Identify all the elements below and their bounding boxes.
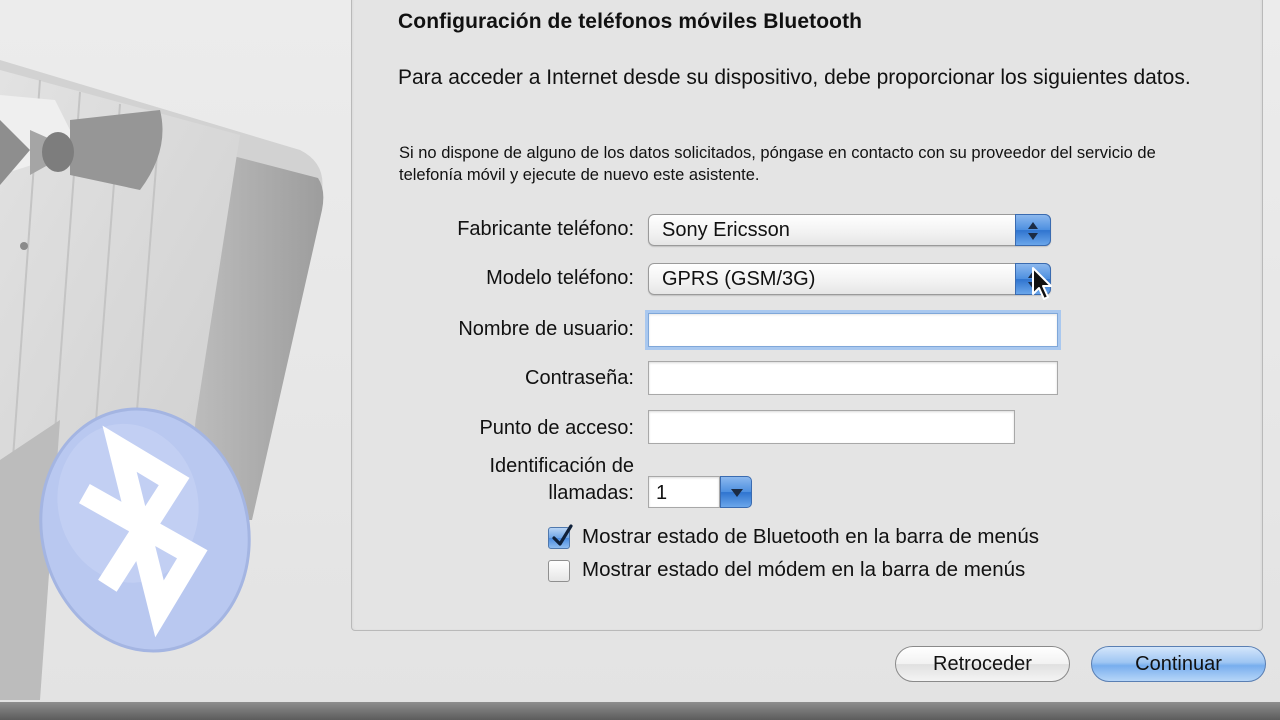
access-point-field[interactable]: [648, 410, 1015, 444]
tuxedo-bluetooth-illustration: [0, 60, 324, 700]
password-label: Contraseña:: [525, 367, 634, 389]
show-bluetooth-status-checkbox[interactable]: [548, 524, 573, 549]
caller-id-combobox[interactable]: 1: [648, 476, 752, 508]
manufacturer-value: Sony Ericsson: [662, 219, 790, 241]
caller-id-label-line2: llamadas:: [548, 482, 634, 504]
caller-id-label: Identificación de llamadas:: [374, 453, 634, 507]
show-modem-status-label: Mostrar estado del módem en la barra de …: [582, 558, 1026, 581]
model-label: Modelo teléfono:: [486, 267, 634, 289]
manufacturer-label: Fabricante teléfono:: [457, 218, 634, 240]
password-field[interactable]: [648, 361, 1058, 395]
checkmark-icon: [552, 524, 573, 546]
access-point-input[interactable]: [649, 411, 1014, 443]
username-input[interactable]: [649, 314, 1057, 346]
username-label: Nombre de usuario:: [458, 318, 634, 340]
mouse-pointer-icon: [1032, 267, 1052, 300]
password-input[interactable]: [649, 362, 1057, 394]
model-popup[interactable]: GPRS (GSM/3G): [648, 263, 1051, 295]
username-field[interactable]: [648, 313, 1058, 347]
continue-button[interactable]: Continuar: [1091, 646, 1266, 682]
chevron-down-icon[interactable]: [720, 476, 752, 508]
intro-text: Para acceder a Internet desde su disposi…: [398, 66, 1191, 89]
model-value: GPRS (GSM/3G): [662, 268, 816, 290]
caller-id-value[interactable]: 1: [648, 476, 720, 508]
caller-id-label-line1: Identificación de: [489, 455, 634, 477]
manufacturer-popup[interactable]: Sony Ericsson: [648, 214, 1051, 246]
show-modem-status-checkbox[interactable]: [548, 560, 570, 582]
updown-arrows-icon[interactable]: [1015, 214, 1051, 246]
back-button[interactable]: Retroceder: [895, 646, 1070, 682]
page-title: Configuración de teléfonos móviles Bluet…: [398, 10, 863, 33]
show-bluetooth-status-label: Mostrar estado de Bluetooth en la barra …: [582, 525, 1039, 548]
assistant-window: Configuración de teléfonos móviles Bluet…: [0, 0, 1280, 704]
bottom-edge: [0, 702, 1280, 720]
help-note: Si no dispone de alguno de los datos sol…: [399, 144, 1156, 184]
access-point-label: Punto de acceso:: [479, 417, 634, 439]
